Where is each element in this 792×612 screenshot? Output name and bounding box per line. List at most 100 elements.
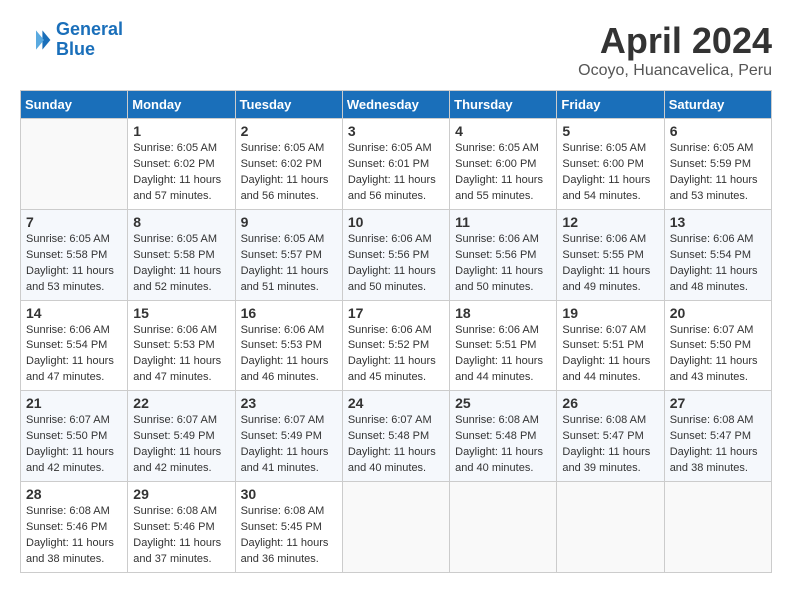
day-info: Sunrise: 6:08 AMSunset: 5:46 PMDaylight:… xyxy=(133,504,229,568)
day-number: 15 xyxy=(133,305,229,321)
calendar-day-cell: 13 Sunrise: 6:06 AMSunset: 5:54 PMDaylig… xyxy=(664,209,771,300)
page-header: General Blue April 2024 Ocoyo, Huancavel… xyxy=(20,20,772,80)
calendar-day-cell: 28 Sunrise: 6:08 AMSunset: 5:46 PMDaylig… xyxy=(21,482,128,573)
day-number: 23 xyxy=(241,395,337,411)
day-info: Sunrise: 6:05 AMSunset: 5:58 PMDaylight:… xyxy=(26,232,122,296)
day-info: Sunrise: 6:05 AMSunset: 6:02 PMDaylight:… xyxy=(241,141,337,205)
weekday-header: Tuesday xyxy=(235,91,342,119)
day-number: 6 xyxy=(670,123,766,139)
day-info: Sunrise: 6:05 AMSunset: 5:57 PMDaylight:… xyxy=(241,232,337,296)
calendar-day-cell: 16 Sunrise: 6:06 AMSunset: 5:53 PMDaylig… xyxy=(235,300,342,391)
day-info: Sunrise: 6:06 AMSunset: 5:53 PMDaylight:… xyxy=(133,323,229,387)
day-info: Sunrise: 6:05 AMSunset: 5:59 PMDaylight:… xyxy=(670,141,766,205)
day-number: 26 xyxy=(562,395,658,411)
calendar-day-cell: 30 Sunrise: 6:08 AMSunset: 5:45 PMDaylig… xyxy=(235,482,342,573)
weekday-header-row: SundayMondayTuesdayWednesdayThursdayFrid… xyxy=(21,91,772,119)
calendar-day-cell: 4 Sunrise: 6:05 AMSunset: 6:00 PMDayligh… xyxy=(450,119,557,210)
day-number: 22 xyxy=(133,395,229,411)
day-info: Sunrise: 6:05 AMSunset: 6:00 PMDaylight:… xyxy=(455,141,551,205)
day-info: Sunrise: 6:07 AMSunset: 5:50 PMDaylight:… xyxy=(26,413,122,477)
day-info: Sunrise: 6:06 AMSunset: 5:54 PMDaylight:… xyxy=(26,323,122,387)
day-number: 16 xyxy=(241,305,337,321)
calendar-day-cell: 1 Sunrise: 6:05 AMSunset: 6:02 PMDayligh… xyxy=(128,119,235,210)
calendar-day-cell: 24 Sunrise: 6:07 AMSunset: 5:48 PMDaylig… xyxy=(342,391,449,482)
calendar-day-cell: 12 Sunrise: 6:06 AMSunset: 5:55 PMDaylig… xyxy=(557,209,664,300)
logo: General Blue xyxy=(20,20,123,60)
calendar-day-cell: 21 Sunrise: 6:07 AMSunset: 5:50 PMDaylig… xyxy=(21,391,128,482)
day-number: 20 xyxy=(670,305,766,321)
calendar-day-cell xyxy=(342,482,449,573)
day-info: Sunrise: 6:06 AMSunset: 5:56 PMDaylight:… xyxy=(455,232,551,296)
day-info: Sunrise: 6:07 AMSunset: 5:50 PMDaylight:… xyxy=(670,323,766,387)
day-info: Sunrise: 6:05 AMSunset: 6:01 PMDaylight:… xyxy=(348,141,444,205)
day-info: Sunrise: 6:08 AMSunset: 5:48 PMDaylight:… xyxy=(455,413,551,477)
day-number: 27 xyxy=(670,395,766,411)
weekday-header: Wednesday xyxy=(342,91,449,119)
logo-text: General Blue xyxy=(56,20,123,60)
day-number: 1 xyxy=(133,123,229,139)
day-number: 11 xyxy=(455,214,551,230)
calendar-day-cell: 25 Sunrise: 6:08 AMSunset: 5:48 PMDaylig… xyxy=(450,391,557,482)
calendar-day-cell: 5 Sunrise: 6:05 AMSunset: 6:00 PMDayligh… xyxy=(557,119,664,210)
day-number: 12 xyxy=(562,214,658,230)
day-number: 25 xyxy=(455,395,551,411)
day-info: Sunrise: 6:07 AMSunset: 5:51 PMDaylight:… xyxy=(562,323,658,387)
calendar-day-cell xyxy=(664,482,771,573)
calendar-subtitle: Ocoyo, Huancavelica, Peru xyxy=(578,62,772,80)
day-info: Sunrise: 6:05 AMSunset: 6:02 PMDaylight:… xyxy=(133,141,229,205)
day-info: Sunrise: 6:06 AMSunset: 5:54 PMDaylight:… xyxy=(670,232,766,296)
calendar-day-cell: 2 Sunrise: 6:05 AMSunset: 6:02 PMDayligh… xyxy=(235,119,342,210)
day-number: 10 xyxy=(348,214,444,230)
day-number: 21 xyxy=(26,395,122,411)
day-number: 3 xyxy=(348,123,444,139)
calendar-day-cell xyxy=(21,119,128,210)
calendar-week-row: 14 Sunrise: 6:06 AMSunset: 5:54 PMDaylig… xyxy=(21,300,772,391)
day-number: 24 xyxy=(348,395,444,411)
calendar-day-cell: 3 Sunrise: 6:05 AMSunset: 6:01 PMDayligh… xyxy=(342,119,449,210)
day-number: 9 xyxy=(241,214,337,230)
day-info: Sunrise: 6:08 AMSunset: 5:45 PMDaylight:… xyxy=(241,504,337,568)
calendar-day-cell: 22 Sunrise: 6:07 AMSunset: 5:49 PMDaylig… xyxy=(128,391,235,482)
day-number: 28 xyxy=(26,486,122,502)
calendar-day-cell: 27 Sunrise: 6:08 AMSunset: 5:47 PMDaylig… xyxy=(664,391,771,482)
day-number: 30 xyxy=(241,486,337,502)
weekday-header: Sunday xyxy=(21,91,128,119)
calendar-day-cell: 14 Sunrise: 6:06 AMSunset: 5:54 PMDaylig… xyxy=(21,300,128,391)
weekday-header: Friday xyxy=(557,91,664,119)
day-number: 4 xyxy=(455,123,551,139)
calendar-day-cell xyxy=(450,482,557,573)
calendar-week-row: 28 Sunrise: 6:08 AMSunset: 5:46 PMDaylig… xyxy=(21,482,772,573)
day-info: Sunrise: 6:06 AMSunset: 5:55 PMDaylight:… xyxy=(562,232,658,296)
calendar-day-cell: 23 Sunrise: 6:07 AMSunset: 5:49 PMDaylig… xyxy=(235,391,342,482)
title-section: April 2024 Ocoyo, Huancavelica, Peru xyxy=(578,20,772,80)
day-number: 18 xyxy=(455,305,551,321)
calendar-day-cell: 19 Sunrise: 6:07 AMSunset: 5:51 PMDaylig… xyxy=(557,300,664,391)
day-info: Sunrise: 6:05 AMSunset: 5:58 PMDaylight:… xyxy=(133,232,229,296)
day-info: Sunrise: 6:08 AMSunset: 5:46 PMDaylight:… xyxy=(26,504,122,568)
day-info: Sunrise: 6:06 AMSunset: 5:51 PMDaylight:… xyxy=(455,323,551,387)
calendar-day-cell: 18 Sunrise: 6:06 AMSunset: 5:51 PMDaylig… xyxy=(450,300,557,391)
day-info: Sunrise: 6:06 AMSunset: 5:52 PMDaylight:… xyxy=(348,323,444,387)
calendar-day-cell: 17 Sunrise: 6:06 AMSunset: 5:52 PMDaylig… xyxy=(342,300,449,391)
day-number: 5 xyxy=(562,123,658,139)
weekday-header: Monday xyxy=(128,91,235,119)
day-number: 14 xyxy=(26,305,122,321)
day-info: Sunrise: 6:06 AMSunset: 5:56 PMDaylight:… xyxy=(348,232,444,296)
calendar-day-cell: 20 Sunrise: 6:07 AMSunset: 5:50 PMDaylig… xyxy=(664,300,771,391)
day-info: Sunrise: 6:07 AMSunset: 5:48 PMDaylight:… xyxy=(348,413,444,477)
calendar-day-cell: 7 Sunrise: 6:05 AMSunset: 5:58 PMDayligh… xyxy=(21,209,128,300)
calendar-day-cell: 8 Sunrise: 6:05 AMSunset: 5:58 PMDayligh… xyxy=(128,209,235,300)
calendar-day-cell: 9 Sunrise: 6:05 AMSunset: 5:57 PMDayligh… xyxy=(235,209,342,300)
day-info: Sunrise: 6:08 AMSunset: 5:47 PMDaylight:… xyxy=(670,413,766,477)
calendar-day-cell: 15 Sunrise: 6:06 AMSunset: 5:53 PMDaylig… xyxy=(128,300,235,391)
calendar-day-cell: 11 Sunrise: 6:06 AMSunset: 5:56 PMDaylig… xyxy=(450,209,557,300)
calendar-day-cell: 29 Sunrise: 6:08 AMSunset: 5:46 PMDaylig… xyxy=(128,482,235,573)
calendar-week-row: 21 Sunrise: 6:07 AMSunset: 5:50 PMDaylig… xyxy=(21,391,772,482)
logo-icon xyxy=(20,24,52,56)
calendar-day-cell: 10 Sunrise: 6:06 AMSunset: 5:56 PMDaylig… xyxy=(342,209,449,300)
calendar-day-cell: 6 Sunrise: 6:05 AMSunset: 5:59 PMDayligh… xyxy=(664,119,771,210)
day-number: 19 xyxy=(562,305,658,321)
day-number: 2 xyxy=(241,123,337,139)
weekday-header: Saturday xyxy=(664,91,771,119)
calendar-table: SundayMondayTuesdayWednesdayThursdayFrid… xyxy=(20,90,772,573)
